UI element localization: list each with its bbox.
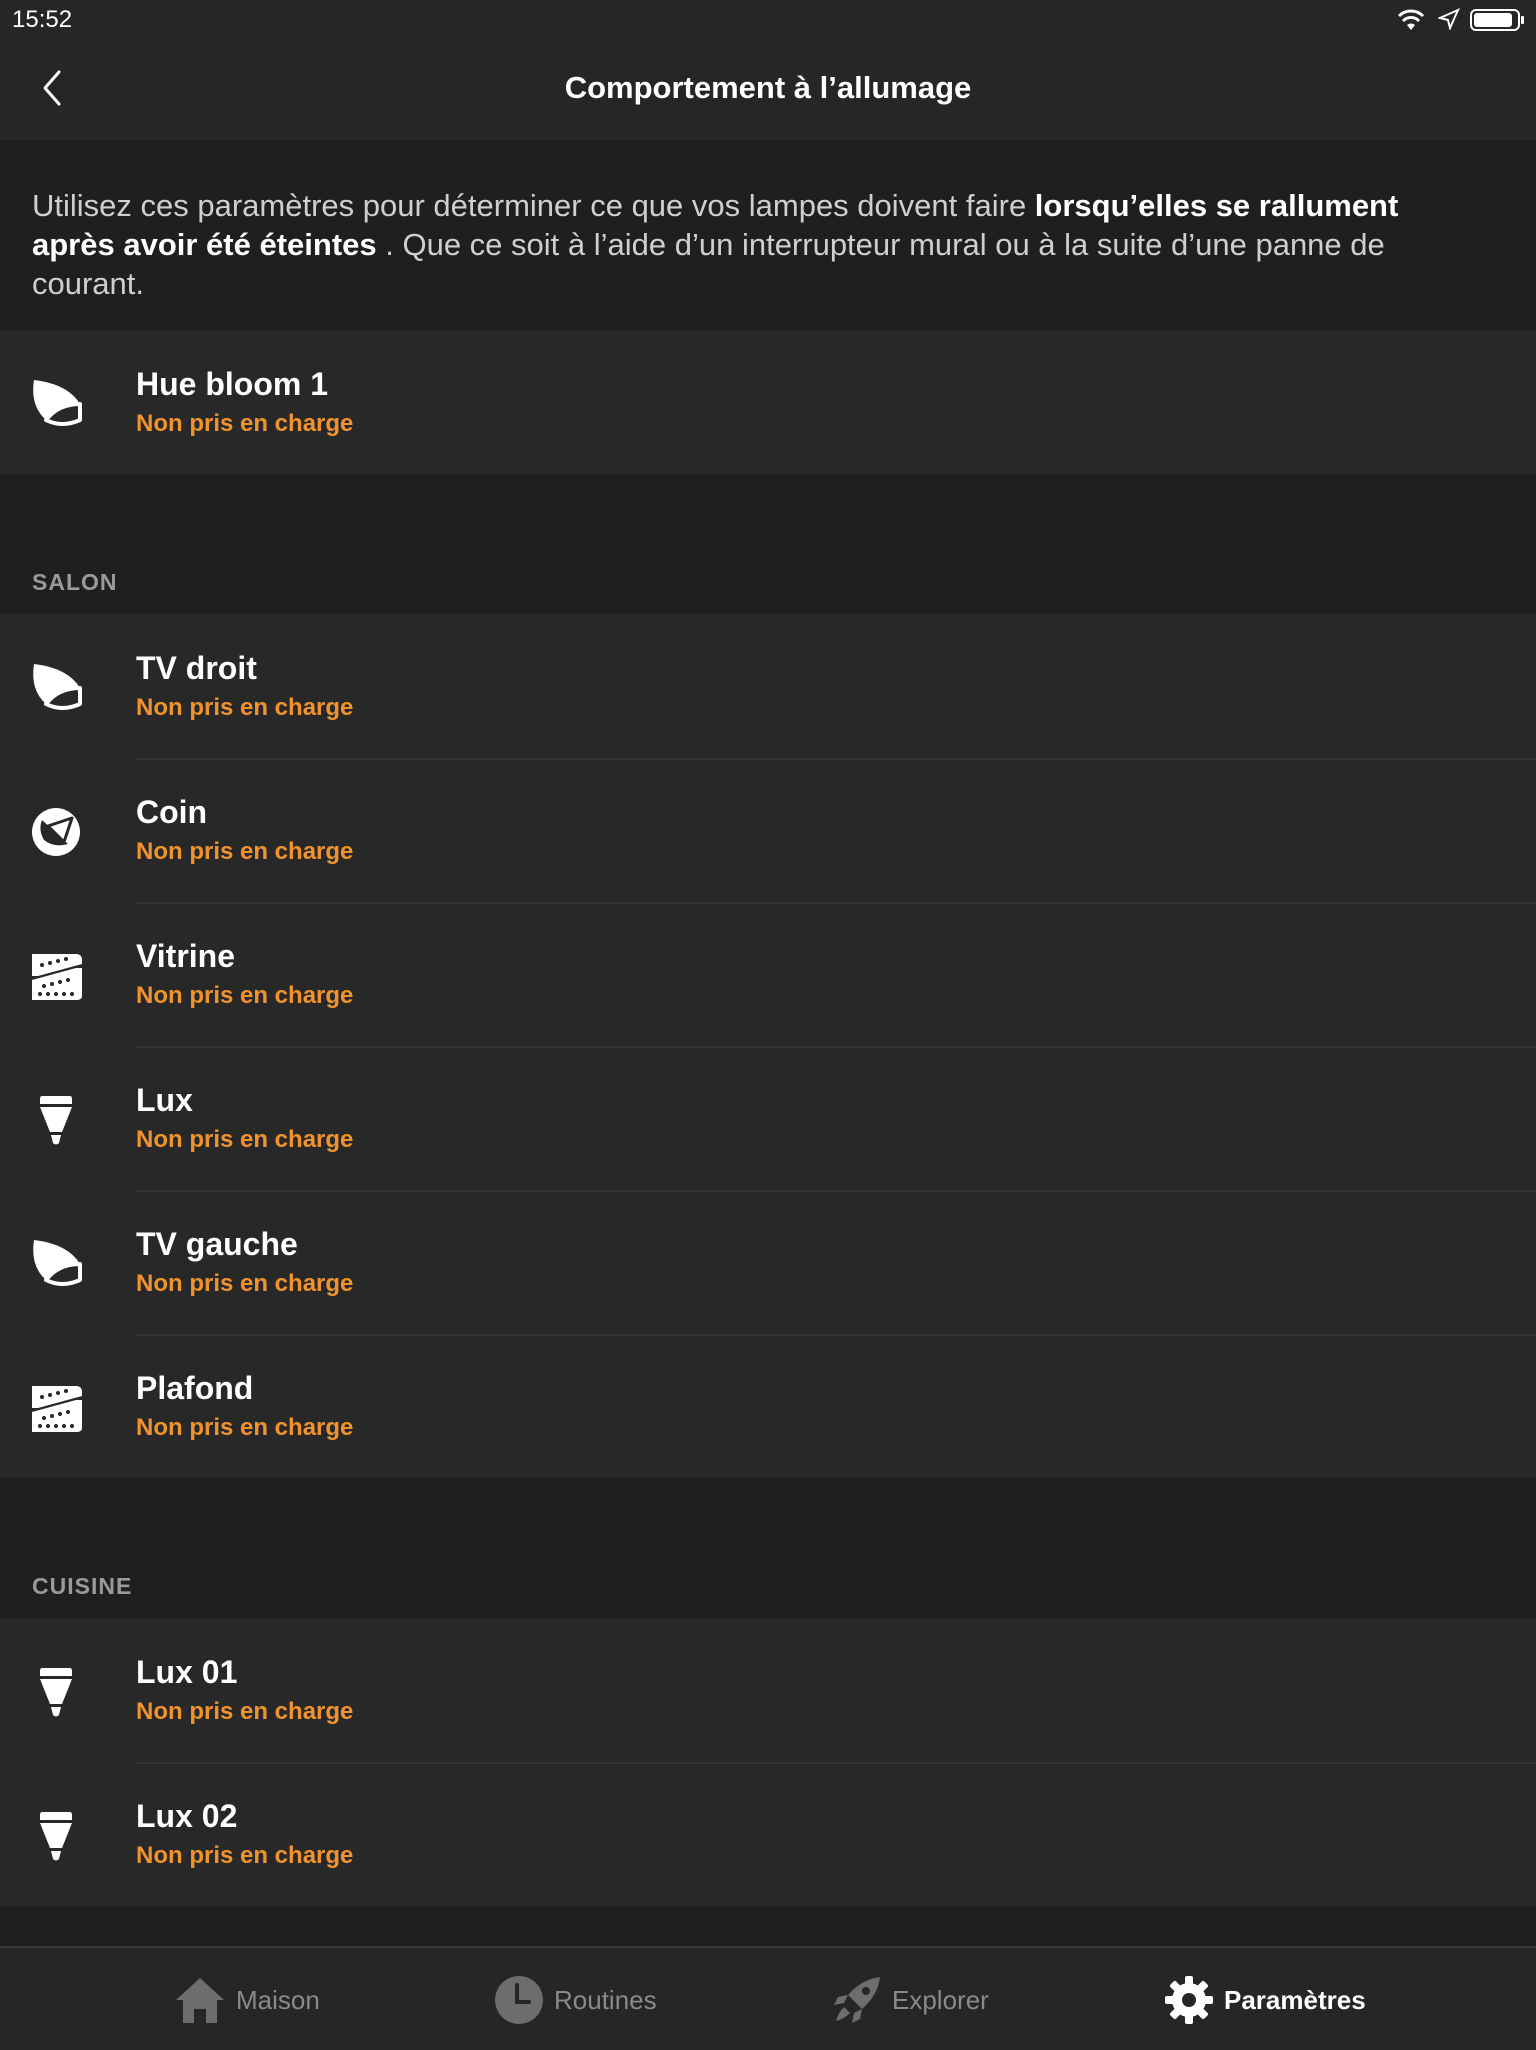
light-status: Non pris en charge xyxy=(136,410,354,437)
bulb-icon xyxy=(40,1096,72,1145)
light-row[interactable]: Lux 02 Non pris en charge xyxy=(0,1762,1536,1906)
gear-icon xyxy=(1165,1976,1213,2024)
light-status: Non pris en charge xyxy=(136,1842,354,1869)
rocket-icon xyxy=(834,1977,880,2023)
light-name: Lux xyxy=(136,1082,193,1118)
clock-icon xyxy=(495,1976,543,2024)
light-row[interactable]: Plafond Non pris en charge xyxy=(0,1334,1536,1478)
tab-label: Paramètres xyxy=(1224,1984,1366,2015)
lightstrip-icon xyxy=(32,954,82,1000)
bloom-lamp-icon xyxy=(33,1240,82,1286)
row-divider xyxy=(136,1046,1536,1048)
row-divider xyxy=(136,1190,1536,1192)
status-bar: 15:52 xyxy=(0,0,1536,40)
bulb-icon xyxy=(40,1812,72,1861)
salon-lights-list: TV droit Non pris en charge Coin Non pri… xyxy=(0,614,1536,1478)
tab-bar: Maison Routines Explorer Paramètres xyxy=(0,1946,1536,2050)
light-status: Non pris en charge xyxy=(136,838,354,865)
light-row[interactable]: Hue bloom 1 Non pris en charge xyxy=(0,330,1536,474)
light-status: Non pris en charge xyxy=(136,1414,354,1441)
bloom-lamp-icon xyxy=(33,380,82,426)
row-divider xyxy=(136,902,1536,904)
battery-icon xyxy=(1470,9,1524,31)
cuisine-lights-list: Lux 01 Non pris en charge Lux 02 Non pri… xyxy=(0,1618,1536,1906)
light-status: Non pris en charge xyxy=(136,694,354,721)
tab-parametres[interactable]: Paramètres xyxy=(1164,1974,1366,2026)
location-icon xyxy=(1438,8,1460,30)
tab-label: Explorer xyxy=(892,1984,989,2015)
light-row[interactable]: TV droit Non pris en charge xyxy=(0,614,1536,758)
nav-bar: Comportement à l’allumage xyxy=(0,40,1536,140)
tab-label: Routines xyxy=(554,1984,657,2015)
light-name: Lux 02 xyxy=(136,1798,238,1834)
light-status: Non pris en charge xyxy=(136,1126,354,1153)
page-title: Comportement à l’allumage xyxy=(564,70,972,105)
row-divider xyxy=(136,1762,1536,1764)
section-header-salon: SALON xyxy=(32,569,118,595)
bulb-icon xyxy=(40,1668,72,1717)
light-row[interactable]: Lux 01 Non pris en charge xyxy=(0,1618,1536,1762)
light-row[interactable]: Coin Non pris en charge xyxy=(0,758,1536,902)
light-status: Non pris en charge xyxy=(136,1698,354,1725)
tab-explorer[interactable]: Explorer xyxy=(832,1974,989,2026)
ungrouped-lights-list: Hue bloom 1 Non pris en charge xyxy=(0,330,1536,474)
light-status: Non pris en charge xyxy=(136,1270,354,1297)
light-name: Coin xyxy=(136,794,208,830)
light-name: Hue bloom 1 xyxy=(136,366,329,402)
tab-label: Maison xyxy=(236,1984,320,2015)
light-name: Vitrine xyxy=(136,938,235,974)
tab-maison[interactable]: Maison xyxy=(174,1974,320,2026)
intro-description: Utilisez ces paramètres pour déterminer … xyxy=(32,186,1462,303)
lightstrip-icon xyxy=(32,1386,82,1432)
light-row[interactable]: TV gauche Non pris en charge xyxy=(0,1190,1536,1334)
intro-text: Utilisez ces paramètres pour déterminer … xyxy=(32,188,1035,223)
home-icon xyxy=(176,1978,224,2023)
light-name: TV gauche xyxy=(136,1226,298,1262)
section-header-cuisine: CUISINE xyxy=(32,1573,133,1599)
status-time: 15:52 xyxy=(12,6,73,33)
light-row[interactable]: Lux Non pris en charge xyxy=(0,1046,1536,1190)
row-divider xyxy=(136,758,1536,760)
light-name: Lux 01 xyxy=(136,1654,238,1690)
row-divider xyxy=(136,1334,1536,1336)
tab-routines[interactable]: Routines xyxy=(494,1974,657,2026)
iris-lamp-icon xyxy=(32,808,80,856)
light-row[interactable]: Vitrine Non pris en charge xyxy=(0,902,1536,1046)
light-name: TV droit xyxy=(136,650,257,686)
light-status: Non pris en charge xyxy=(136,982,354,1009)
bloom-lamp-icon xyxy=(33,664,82,710)
wifi-icon xyxy=(1397,9,1425,30)
light-name: Plafond xyxy=(136,1370,254,1406)
